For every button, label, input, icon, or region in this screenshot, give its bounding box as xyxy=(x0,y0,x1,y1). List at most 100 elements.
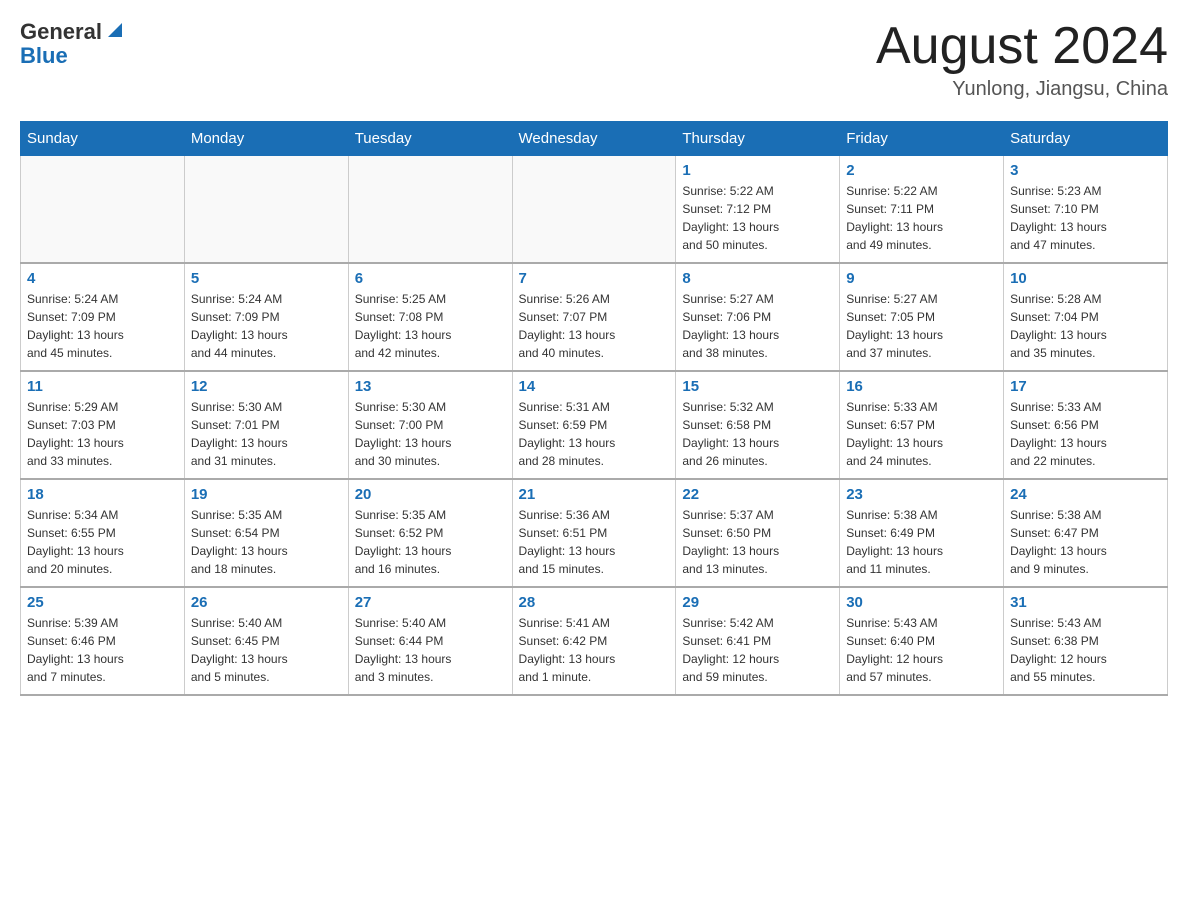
day-number: 16 xyxy=(846,378,997,395)
day-info: Sunrise: 5:22 AM Sunset: 7:12 PM Dayligh… xyxy=(682,182,833,254)
logo-triangle-icon xyxy=(104,19,126,41)
calendar-cell: 12Sunrise: 5:30 AM Sunset: 7:01 PM Dayli… xyxy=(184,371,348,479)
day-number: 10 xyxy=(1010,270,1161,287)
day-number: 11 xyxy=(27,378,178,395)
day-info: Sunrise: 5:43 AM Sunset: 6:40 PM Dayligh… xyxy=(846,614,997,686)
day-info: Sunrise: 5:38 AM Sunset: 6:47 PM Dayligh… xyxy=(1010,506,1161,578)
day-number: 12 xyxy=(191,378,342,395)
day-number: 6 xyxy=(355,270,506,287)
day-number: 23 xyxy=(846,486,997,503)
day-number: 26 xyxy=(191,594,342,611)
day-info: Sunrise: 5:27 AM Sunset: 7:05 PM Dayligh… xyxy=(846,290,997,362)
calendar-cell xyxy=(21,156,185,264)
day-info: Sunrise: 5:41 AM Sunset: 6:42 PM Dayligh… xyxy=(519,614,670,686)
calendar-cell: 4 Sunrise: 5:24 AM Sunset: 7:09 PM Daylig… xyxy=(21,263,185,371)
day-info: Sunrise: 5:35 AM Sunset: 6:52 PM Dayligh… xyxy=(355,506,506,578)
calendar-cell: 27Sunrise: 5:40 AM Sunset: 6:44 PM Dayli… xyxy=(348,587,512,695)
calendar-cell: 23 Sunrise: 5:38 AM Sunset: 6:49 PM Dayli… xyxy=(840,479,1004,587)
header-cell-friday: Friday xyxy=(840,122,1004,156)
calendar-cell: 15Sunrise: 5:32 AM Sunset: 6:58 PM Dayli… xyxy=(676,371,840,479)
day-info: Sunrise: 5:40 AM Sunset: 6:45 PM Dayligh… xyxy=(191,614,342,686)
day-info: Sunrise: 5:29 AM Sunset: 7:03 PM Dayligh… xyxy=(27,398,178,470)
day-number: 3 xyxy=(1010,162,1161,179)
calendar-body: 1 Sunrise: 5:22 AM Sunset: 7:12 PM Daylig… xyxy=(21,156,1168,696)
calendar-cell: 7 Sunrise: 5:26 AM Sunset: 7:07 PM Daylig… xyxy=(512,263,676,371)
calendar-cell: 28Sunrise: 5:41 AM Sunset: 6:42 PM Dayli… xyxy=(512,587,676,695)
day-info: Sunrise: 5:37 AM Sunset: 6:50 PM Dayligh… xyxy=(682,506,833,578)
header-row: SundayMondayTuesdayWednesdayThursdayFrid… xyxy=(21,122,1168,156)
day-number: 31 xyxy=(1010,594,1161,611)
header-cell-saturday: Saturday xyxy=(1004,122,1168,156)
day-number: 18 xyxy=(27,486,178,503)
day-number: 13 xyxy=(355,378,506,395)
day-number: 25 xyxy=(27,594,178,611)
calendar-cell: 21 Sunrise: 5:36 AM Sunset: 6:51 PM Dayli… xyxy=(512,479,676,587)
day-number: 8 xyxy=(682,270,833,287)
day-info: Sunrise: 5:24 AM Sunset: 7:09 PM Dayligh… xyxy=(27,290,178,362)
day-number: 21 xyxy=(519,486,670,503)
day-info: Sunrise: 5:35 AM Sunset: 6:54 PM Dayligh… xyxy=(191,506,342,578)
calendar-cell: 2Sunrise: 5:22 AM Sunset: 7:11 PM Daylig… xyxy=(840,156,1004,264)
calendar-cell: 16 Sunrise: 5:33 AM Sunset: 6:57 PM Dayli… xyxy=(840,371,1004,479)
logo-general-text: General xyxy=(20,20,102,44)
day-number: 19 xyxy=(191,486,342,503)
calendar-cell: 29 Sunrise: 5:42 AM Sunset: 6:41 PM Dayli… xyxy=(676,587,840,695)
calendar-cell: 11 Sunrise: 5:29 AM Sunset: 7:03 PM Dayli… xyxy=(21,371,185,479)
day-info: Sunrise: 5:24 AM Sunset: 7:09 PM Dayligh… xyxy=(191,290,342,362)
calendar-cell: 13 Sunrise: 5:30 AM Sunset: 7:00 PM Dayli… xyxy=(348,371,512,479)
day-number: 30 xyxy=(846,594,997,611)
day-info: Sunrise: 5:28 AM Sunset: 7:04 PM Dayligh… xyxy=(1010,290,1161,362)
day-info: Sunrise: 5:30 AM Sunset: 7:00 PM Dayligh… xyxy=(355,398,506,470)
day-number: 4 xyxy=(27,270,178,287)
day-number: 24 xyxy=(1010,486,1161,503)
calendar-cell: 10 Sunrise: 5:28 AM Sunset: 7:04 PM Dayli… xyxy=(1004,263,1168,371)
header-cell-tuesday: Tuesday xyxy=(348,122,512,156)
day-info: Sunrise: 5:39 AM Sunset: 6:46 PM Dayligh… xyxy=(27,614,178,686)
day-info: Sunrise: 5:42 AM Sunset: 6:41 PM Dayligh… xyxy=(682,614,833,686)
day-number: 15 xyxy=(682,378,833,395)
day-info: Sunrise: 5:25 AM Sunset: 7:08 PM Dayligh… xyxy=(355,290,506,362)
page-header: General Blue August 2024 Yunlong, Jiangs… xyxy=(20,20,1168,101)
calendar-cell: 1 Sunrise: 5:22 AM Sunset: 7:12 PM Daylig… xyxy=(676,156,840,264)
day-number: 5 xyxy=(191,270,342,287)
calendar-cell xyxy=(348,156,512,264)
calendar-cell: 9Sunrise: 5:27 AM Sunset: 7:05 PM Daylig… xyxy=(840,263,1004,371)
calendar-row: 4 Sunrise: 5:24 AM Sunset: 7:09 PM Daylig… xyxy=(21,263,1168,371)
day-number: 20 xyxy=(355,486,506,503)
day-info: Sunrise: 5:27 AM Sunset: 7:06 PM Dayligh… xyxy=(682,290,833,362)
calendar-cell: 18 Sunrise: 5:34 AM Sunset: 6:55 PM Dayli… xyxy=(21,479,185,587)
logo-blue-text: Blue xyxy=(20,43,68,68)
calendar-cell: 19 Sunrise: 5:35 AM Sunset: 6:54 PM Dayli… xyxy=(184,479,348,587)
day-info: Sunrise: 5:36 AM Sunset: 6:51 PM Dayligh… xyxy=(519,506,670,578)
calendar-cell: 20 Sunrise: 5:35 AM Sunset: 6:52 PM Dayli… xyxy=(348,479,512,587)
calendar-cell: 3Sunrise: 5:23 AM Sunset: 7:10 PM Daylig… xyxy=(1004,156,1168,264)
day-info: Sunrise: 5:38 AM Sunset: 6:49 PM Dayligh… xyxy=(846,506,997,578)
day-number: 22 xyxy=(682,486,833,503)
day-number: 29 xyxy=(682,594,833,611)
calendar-cell xyxy=(184,156,348,264)
logo-top: General xyxy=(20,20,126,44)
day-number: 2 xyxy=(846,162,997,179)
calendar-row: 1 Sunrise: 5:22 AM Sunset: 7:12 PM Daylig… xyxy=(21,156,1168,264)
calendar-table: SundayMondayTuesdayWednesdayThursdayFrid… xyxy=(20,121,1168,696)
calendar-cell: 6 Sunrise: 5:25 AM Sunset: 7:08 PM Daylig… xyxy=(348,263,512,371)
calendar-cell: 25 Sunrise: 5:39 AM Sunset: 6:46 PM Dayli… xyxy=(21,587,185,695)
day-info: Sunrise: 5:26 AM Sunset: 7:07 PM Dayligh… xyxy=(519,290,670,362)
day-info: Sunrise: 5:31 AM Sunset: 6:59 PM Dayligh… xyxy=(519,398,670,470)
calendar-cell: 17 Sunrise: 5:33 AM Sunset: 6:56 PM Dayli… xyxy=(1004,371,1168,479)
day-info: Sunrise: 5:33 AM Sunset: 6:56 PM Dayligh… xyxy=(1010,398,1161,470)
day-number: 17 xyxy=(1010,378,1161,395)
day-number: 7 xyxy=(519,270,670,287)
calendar-cell: 26 Sunrise: 5:40 AM Sunset: 6:45 PM Dayli… xyxy=(184,587,348,695)
calendar-cell xyxy=(512,156,676,264)
location: Yunlong, Jiangsu, China xyxy=(876,78,1168,101)
logo: General Blue xyxy=(20,20,126,68)
header-cell-wednesday: Wednesday xyxy=(512,122,676,156)
header-cell-monday: Monday xyxy=(184,122,348,156)
day-info: Sunrise: 5:43 AM Sunset: 6:38 PM Dayligh… xyxy=(1010,614,1161,686)
calendar-cell: 22 Sunrise: 5:37 AM Sunset: 6:50 PM Dayli… xyxy=(676,479,840,587)
month-title: August 2024 xyxy=(876,20,1168,72)
day-info: Sunrise: 5:33 AM Sunset: 6:57 PM Dayligh… xyxy=(846,398,997,470)
day-number: 1 xyxy=(682,162,833,179)
day-info: Sunrise: 5:34 AM Sunset: 6:55 PM Dayligh… xyxy=(27,506,178,578)
